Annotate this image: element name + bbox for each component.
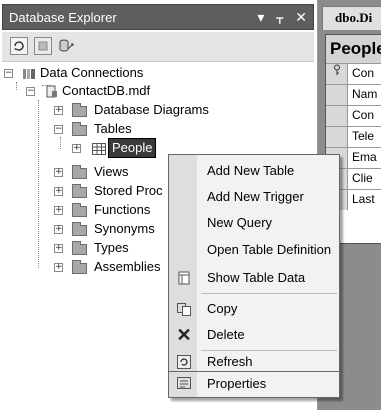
auto-hide-pin-icon[interactable]: ᚁ	[276, 8, 283, 26]
expand-icon[interactable]: +	[72, 144, 81, 153]
menu-item-add-new-table[interactable]: Add New Table	[169, 160, 339, 182]
menu-separator	[201, 350, 337, 351]
table-row[interactable]: Con	[326, 105, 381, 126]
data-connections-icon	[22, 67, 36, 79]
column-name: Clie	[352, 171, 373, 185]
menu-item-delete[interactable]: ✕ Delete	[169, 324, 339, 346]
database-file-icon	[46, 85, 58, 103]
folder-icon	[72, 222, 87, 236]
menu-separator	[201, 293, 337, 294]
refresh-icon	[176, 354, 192, 370]
copy-icon	[176, 301, 192, 317]
menu-item-show-table-data[interactable]: Show Table Data	[169, 267, 339, 289]
folder-icon	[72, 165, 87, 179]
table-row[interactable]: Tele	[326, 126, 381, 147]
title-buttons: ▾ ᚁ ✕	[257, 8, 307, 26]
connect-to-database-icon[interactable]	[58, 37, 76, 55]
column-name: Ema	[352, 150, 377, 164]
folder-icon	[72, 184, 87, 198]
collapse-icon[interactable]: −	[54, 125, 63, 134]
table-title: People	[326, 35, 381, 63]
expand-icon[interactable]: +	[54, 187, 63, 196]
menu-item-copy[interactable]: Copy	[169, 298, 339, 320]
show-table-data-icon	[176, 270, 192, 286]
menu-item-add-new-trigger[interactable]: Add New Trigger	[169, 186, 339, 208]
table-icon	[92, 142, 106, 160]
expand-icon[interactable]: +	[54, 244, 63, 253]
explorer-toolbar	[2, 32, 314, 62]
properties-icon	[176, 375, 192, 391]
panel-title-bar: Database Explorer ▾ ᚁ ✕	[2, 4, 314, 30]
expand-icon[interactable]: +	[54, 225, 63, 234]
folder-icon	[72, 203, 87, 217]
refresh-icon[interactable]	[10, 37, 28, 55]
stop-icon[interactable]	[34, 37, 52, 55]
expand-icon[interactable]: +	[54, 106, 63, 115]
expand-icon[interactable]: +	[54, 206, 63, 215]
folder-icon	[72, 260, 87, 274]
column-name: Con	[352, 66, 375, 80]
panel-title: Database Explorer	[9, 10, 117, 25]
close-icon[interactable]: ✕	[295, 8, 307, 26]
context-menu: Add New Table Add New Trigger New Query …	[168, 154, 340, 372]
table-row[interactable]: Nam	[326, 84, 381, 105]
column-name: Con	[352, 108, 375, 122]
document-tab[interactable]: dbo.Di	[322, 6, 381, 30]
column-name: Last	[352, 192, 375, 206]
table-row[interactable]: Con	[326, 63, 381, 84]
menu-item-open-table-definition[interactable]: Open Table Definition	[169, 239, 339, 261]
folder-icon	[72, 122, 87, 136]
column-name: Nam	[352, 87, 378, 101]
menu-item-new-query[interactable]: New Query	[169, 212, 339, 234]
delete-icon: ✕	[176, 325, 192, 345]
expand-icon[interactable]: +	[54, 168, 63, 177]
expand-icon[interactable]: +	[54, 263, 63, 272]
primary-key-icon	[326, 64, 348, 84]
column-name: Tele	[352, 129, 375, 143]
folder-icon	[72, 241, 87, 255]
window-position-dropdown-icon[interactable]: ▾	[257, 8, 264, 26]
menu-item-properties[interactable]: Properties	[168, 372, 340, 398]
collapse-icon[interactable]: −	[26, 87, 35, 96]
folder-icon	[72, 103, 87, 117]
collapse-icon[interactable]: −	[4, 69, 13, 78]
